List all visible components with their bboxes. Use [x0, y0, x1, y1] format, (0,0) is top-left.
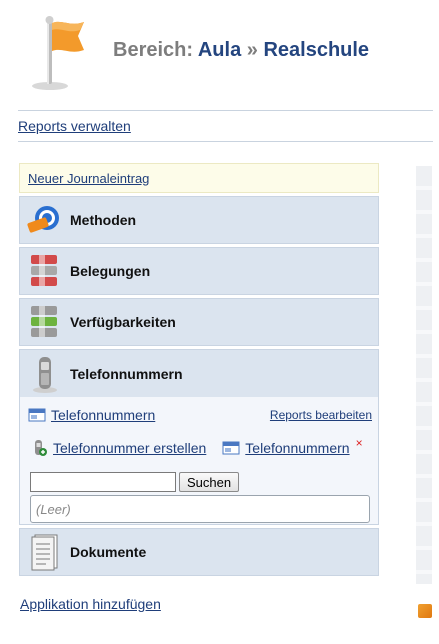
telefonnummern-content: Telefonnummern Reports bearbeiten Telefo… [19, 397, 379, 525]
search-row: Suchen [30, 472, 240, 492]
view-window-icon [222, 439, 240, 457]
telefonnummern-list-link[interactable]: Telefonnummern [51, 407, 155, 423]
title-prefix: Bereich: [113, 39, 194, 61]
create-phone-icon [30, 439, 48, 457]
empty-placeholder: (Leer) [36, 501, 71, 517]
category-verfuegbarkeiten[interactable]: Verfügbarkeiten [19, 298, 379, 346]
delete-icon[interactable]: × [356, 436, 363, 450]
telefonnummern-view-link[interactable]: Telefonnummern [245, 440, 349, 456]
list-window-icon [28, 406, 46, 424]
action-row: Telefonnummer erstellen Telefonnummern × [30, 436, 363, 457]
search-input[interactable] [30, 472, 176, 492]
bookings-icon [25, 251, 65, 291]
category-label: Verfügbarkeiten [70, 314, 176, 330]
sidebar-panel: Neuer Journaleintrag Methoden Belegungen [19, 163, 379, 576]
methods-icon [25, 200, 65, 240]
document-icon [25, 532, 65, 572]
breadcrumb-realschule[interactable]: Realschule [263, 39, 369, 61]
search-button[interactable]: Suchen [179, 472, 240, 492]
availability-icon [25, 302, 65, 342]
results-box: (Leer) [30, 495, 370, 523]
header-divider [18, 110, 433, 111]
category-telefonnummern[interactable]: Telefonnummern [19, 349, 379, 397]
category-belegungen[interactable]: Belegungen [19, 247, 379, 295]
category-methoden[interactable]: Methoden [19, 196, 379, 244]
toolbar-divider [18, 141, 433, 142]
category-label: Telefonnummern [70, 365, 183, 382]
page-title: Bereich: Aula » Realschule [113, 39, 369, 62]
add-application-link[interactable]: Applikation hinzufügen [20, 596, 161, 612]
breadcrumb-separator: » [246, 39, 258, 61]
phone-icon [25, 354, 65, 394]
orange-flag-icon [32, 16, 84, 90]
app-orange-icon [418, 604, 432, 618]
category-label: Belegungen [70, 263, 151, 279]
reports-manage-link[interactable]: Reports verwalten [18, 118, 131, 134]
create-phone-link[interactable]: Telefonnummer erstellen [53, 440, 206, 456]
breadcrumb-aula[interactable]: Aula [198, 39, 241, 61]
category-label: Dokumente [70, 544, 147, 560]
category-label: Methoden [70, 212, 137, 228]
list-row: Telefonnummern Reports bearbeiten [28, 406, 372, 424]
new-journal-entry-link[interactable]: Neuer Journaleintrag [28, 171, 149, 186]
journal-entry-box: Neuer Journaleintrag [19, 163, 379, 193]
right-column [416, 166, 432, 584]
category-dokumente[interactable]: Dokumente [19, 528, 379, 576]
reports-edit-link[interactable]: Reports bearbeiten [270, 408, 372, 422]
